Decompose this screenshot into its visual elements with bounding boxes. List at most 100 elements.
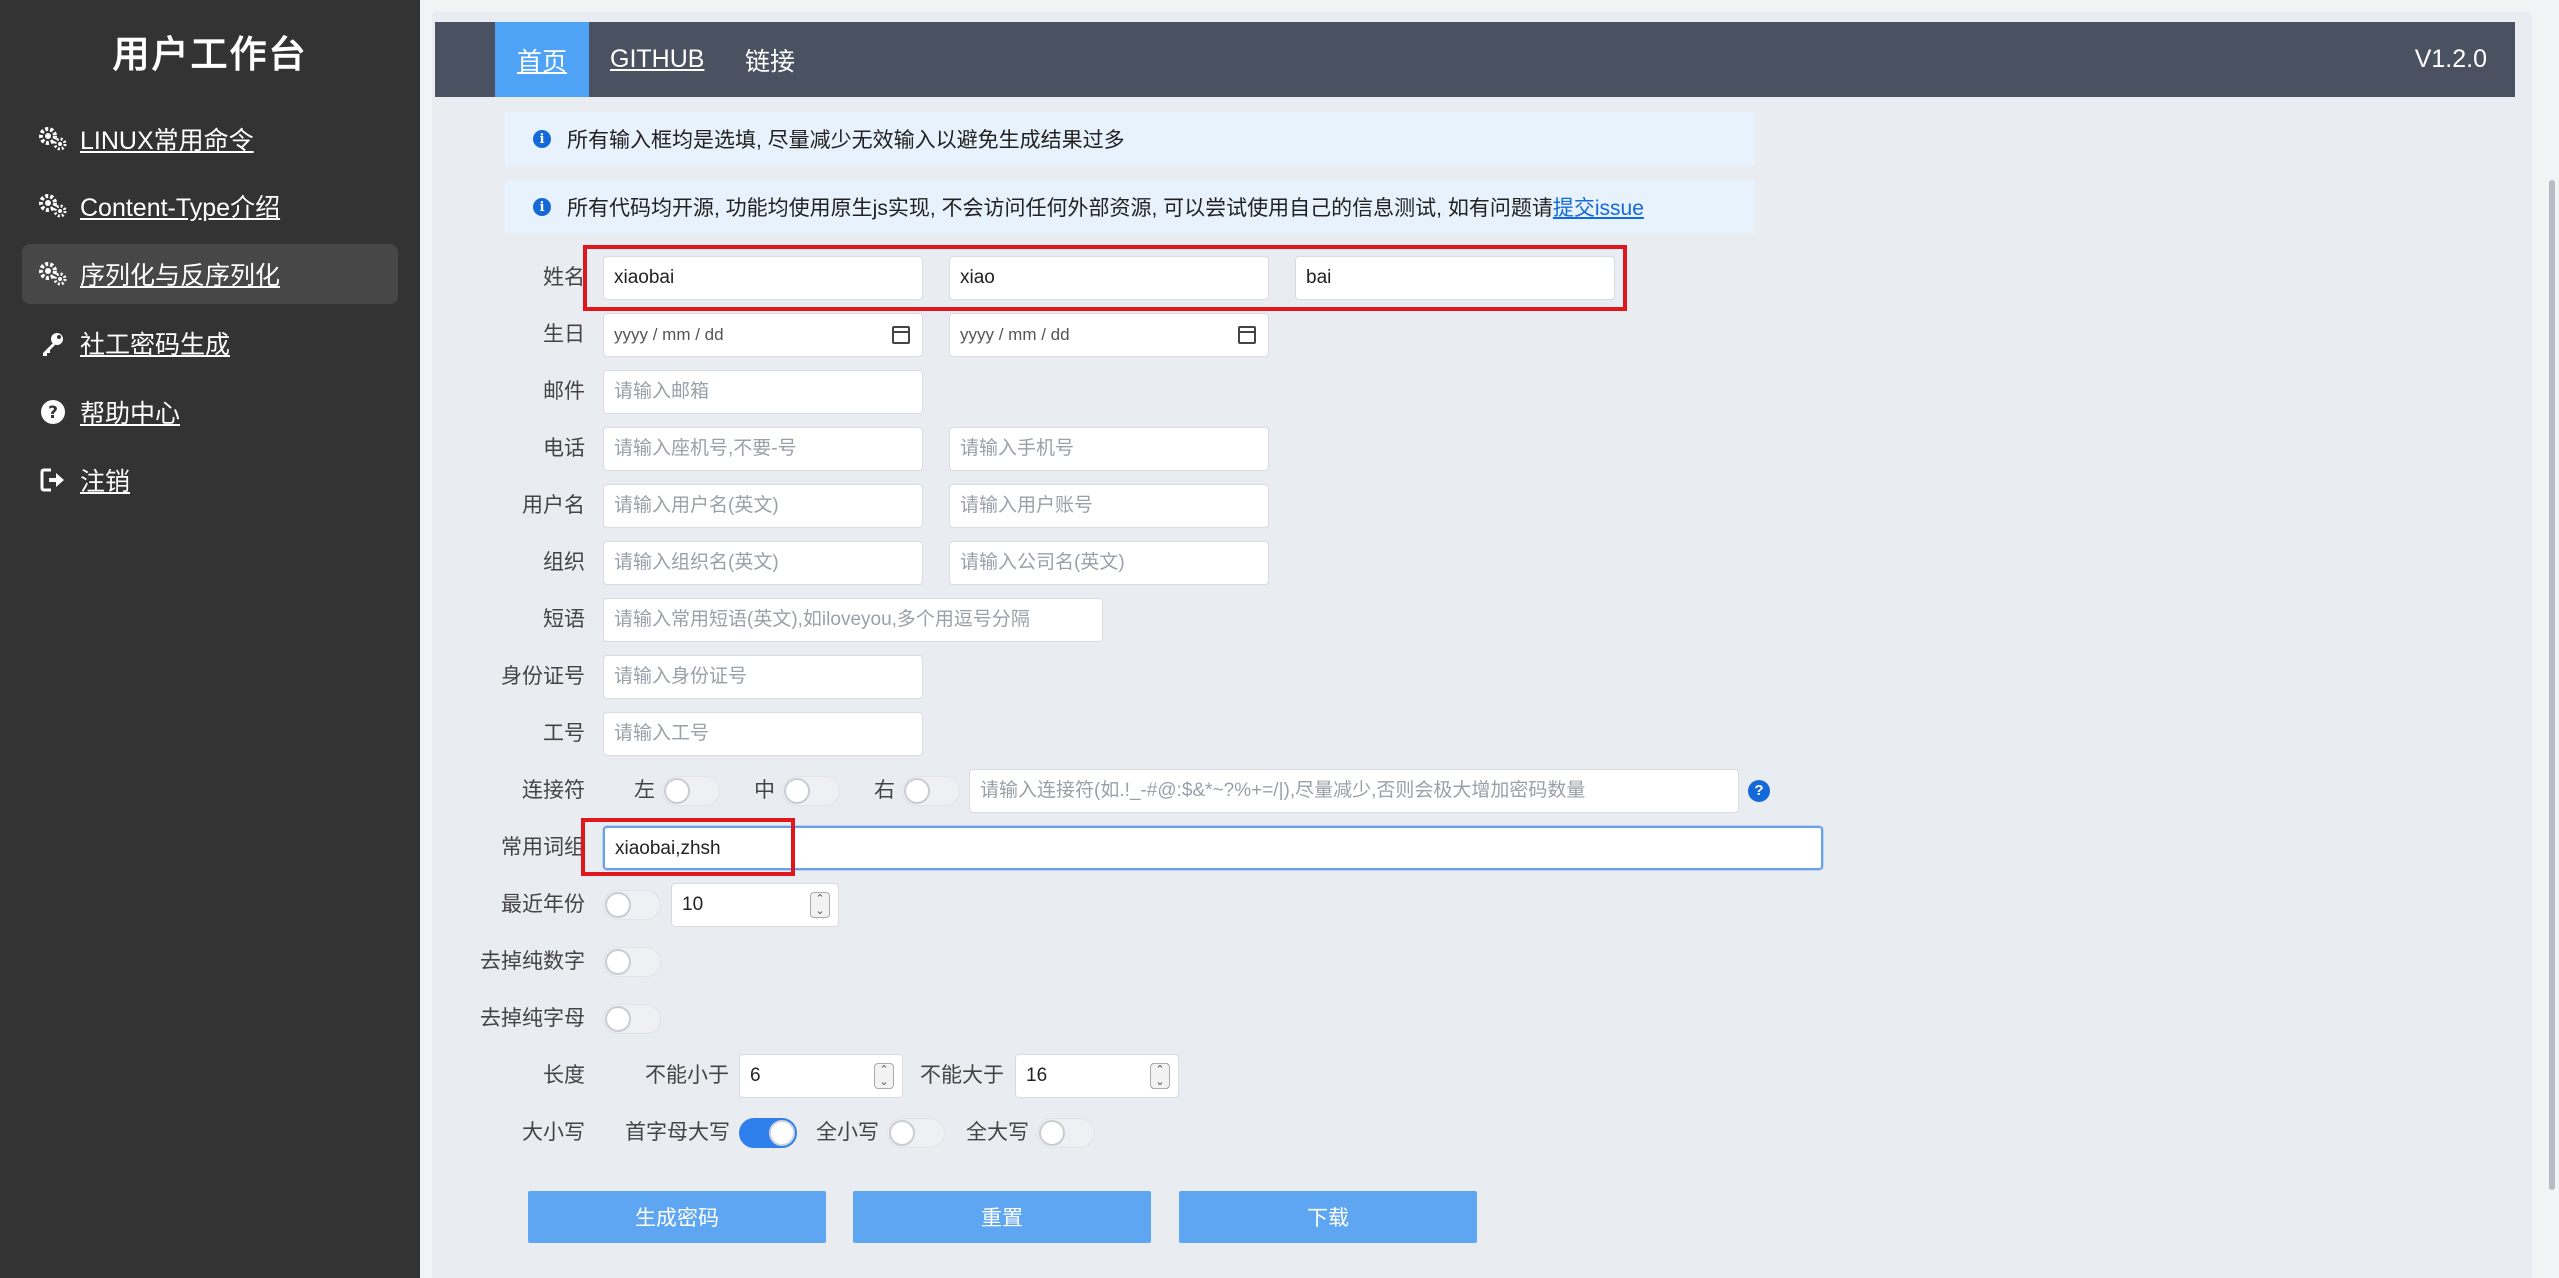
username-input[interactable]: 请输入用户名(英文) <box>603 484 923 528</box>
sidebar-item-linux-commands[interactable]: LINUX常用命令 <box>22 109 398 169</box>
number-stepper[interactable]: ⌃ ⌄ <box>810 892 830 918</box>
toggle-knob <box>769 1120 795 1146</box>
gears-icon <box>36 191 70 221</box>
date-placeholder: yyyy / mm / dd <box>614 325 724 344</box>
birthday-end-input[interactable]: yyyy / mm / dd <box>949 313 1269 357</box>
max-length-label: 不能大于 <box>920 1064 1004 1087</box>
sidebar-item-label: 序列化与反序列化 <box>80 262 281 290</box>
date-placeholder: yyyy / mm / dd <box>960 325 1070 344</box>
birthday-start-input[interactable]: yyyy / mm / dd <box>603 313 923 357</box>
sidebar-item-label: 注销 <box>80 468 131 496</box>
tab-github[interactable]: GITHUB <box>610 22 704 97</box>
notice-optional-inputs: i 所有输入框均是选填, 尽量减少无效输入以避免生成结果过多 <box>505 112 1755 166</box>
remove-digits-label: 去掉纯数字 <box>480 950 585 973</box>
sidebar-item-label: LINUX常用命令 <box>80 127 254 155</box>
top-navbar: 首页 GITHUB 链接 V1.2.0 <box>435 22 2515 97</box>
highlight-box-name <box>583 245 1627 311</box>
min-length-input[interactable]: 6 ⌃ ⌄ <box>739 1054 903 1098</box>
min-length-label: 不能小于 <box>645 1064 729 1087</box>
toggle-knob <box>1039 1120 1065 1146</box>
phone-label: 电话 <box>543 437 585 460</box>
help-icon[interactable]: ? <box>1748 780 1770 802</box>
max-length-value: 16 <box>1026 1065 1048 1086</box>
min-length-value: 6 <box>750 1065 761 1086</box>
sidebar-item-password-gen[interactable]: 社工密码生成 <box>22 313 398 373</box>
company-input[interactable]: 请输入公司名(英文) <box>949 541 1269 585</box>
generate-button[interactable]: 生成密码 <box>528 1191 826 1243</box>
download-button[interactable]: 下载 <box>1179 1191 1477 1243</box>
sidebar-item-help[interactable]: ? 帮助中心 <box>22 382 398 442</box>
connector-right-label: 右 <box>874 779 895 802</box>
remove-letters-toggle[interactable] <box>603 1004 661 1034</box>
account-input[interactable]: 请输入用户账号 <box>949 484 1269 528</box>
notice-text: 所有代码均开源, 功能均使用原生js实现, 不会访问任何外部资源, 可以尝试使用… <box>567 197 1553 220</box>
case-lower-label: 全小写 <box>816 1121 879 1144</box>
email-label: 邮件 <box>543 380 585 403</box>
case-upper-label: 全大写 <box>966 1121 1029 1144</box>
recent-years-value: 10 <box>682 894 704 915</box>
landline-input[interactable]: 请输入座机号,不要-号 <box>603 427 923 471</box>
phrase-label: 短语 <box>543 608 585 631</box>
recent-years-input[interactable]: 10 ⌃ ⌄ <box>671 883 839 927</box>
gears-icon <box>36 124 70 154</box>
toggle-knob <box>605 1006 631 1032</box>
words-label: 常用词组 <box>501 836 585 859</box>
connector-left-toggle[interactable] <box>662 776 720 806</box>
connector-label: 连接符 <box>522 779 585 802</box>
case-upper-toggle[interactable] <box>1037 1118 1095 1148</box>
name-label: 姓名 <box>543 266 585 289</box>
toggle-knob <box>784 778 810 804</box>
sidebar: 用户工作台 LINUX常用命令 Content-Type介绍 序列化与反序列化 … <box>0 0 420 1278</box>
number-stepper[interactable]: ⌃ ⌄ <box>874 1063 894 1089</box>
notice-text: 所有输入框均是选填, 尽量减少无效输入以避免生成结果过多 <box>567 129 1125 152</box>
connector-mid-toggle[interactable] <box>782 776 840 806</box>
jobno-label: 工号 <box>543 722 585 745</box>
highlight-box-words <box>581 818 795 876</box>
idcard-input[interactable]: 请输入身份证号 <box>603 655 923 699</box>
sidebar-item-content-type[interactable]: Content-Type介绍 <box>22 176 398 236</box>
remove-letters-label: 去掉纯字母 <box>480 1007 585 1030</box>
case-label: 大小写 <box>522 1121 585 1144</box>
sidebar-item-label: 帮助中心 <box>80 400 181 428</box>
idcard-label: 身份证号 <box>501 665 585 688</box>
email-input[interactable]: 请输入邮箱 <box>603 370 923 414</box>
toggle-knob <box>889 1120 915 1146</box>
sidebar-item-label: Content-Type介绍 <box>80 194 281 222</box>
sidebar-item-logout[interactable]: 注销 <box>22 450 398 510</box>
case-capitalize-toggle[interactable] <box>739 1118 797 1148</box>
number-stepper[interactable]: ⌃ ⌄ <box>1150 1063 1170 1089</box>
case-lower-toggle[interactable] <box>887 1118 945 1148</box>
scrollbar[interactable] <box>2549 180 2555 1190</box>
jobno-input[interactable]: 请输入工号 <box>603 712 923 756</box>
tab-links[interactable]: 链接 <box>745 22 795 97</box>
tab-home[interactable]: 首页 <box>495 22 590 97</box>
notice-open-source: i 所有代码均开源, 功能均使用原生js实现, 不会访问任何外部资源, 可以尝试… <box>505 180 1755 234</box>
connector-input[interactable]: 请输入连接符(如.!_-#@:$&*~?%+=/|),尽量减少,否则会极大增加密… <box>969 769 1739 813</box>
birthday-label: 生日 <box>543 323 585 346</box>
recent-years-label: 最近年份 <box>501 893 585 916</box>
connector-left-label: 左 <box>634 779 655 802</box>
org-input[interactable]: 请输入组织名(英文) <box>603 541 923 585</box>
submit-issue-link[interactable]: 提交issue <box>1553 192 1644 222</box>
calendar-icon[interactable] <box>1238 326 1256 344</box>
gears-icon <box>36 259 70 289</box>
toggle-knob <box>904 778 930 804</box>
max-length-input[interactable]: 16 ⌃ ⌄ <box>1015 1054 1179 1098</box>
version-label: V1.2.0 <box>2414 45 2487 73</box>
connector-mid-label: 中 <box>754 779 775 802</box>
sign-out-icon <box>36 465 70 495</box>
mobile-input[interactable]: 请输入手机号 <box>949 427 1269 471</box>
reset-button[interactable]: 重置 <box>853 1191 1151 1243</box>
question-circle-icon: ? <box>36 397 70 427</box>
recent-years-toggle[interactable] <box>603 890 661 920</box>
svg-text:?: ? <box>48 403 58 423</box>
toggle-knob <box>605 892 631 918</box>
info-icon: i <box>533 198 551 216</box>
remove-digits-toggle[interactable] <box>603 947 661 977</box>
org-label: 组织 <box>543 551 585 574</box>
calendar-icon[interactable] <box>892 326 910 344</box>
length-label: 长度 <box>543 1064 585 1087</box>
phrase-input[interactable]: 请输入常用短语(英文),如iloveyou,多个用逗号分隔 <box>603 598 1103 642</box>
connector-right-toggle[interactable] <box>902 776 960 806</box>
sidebar-item-serialization[interactable]: 序列化与反序列化 <box>22 244 398 304</box>
